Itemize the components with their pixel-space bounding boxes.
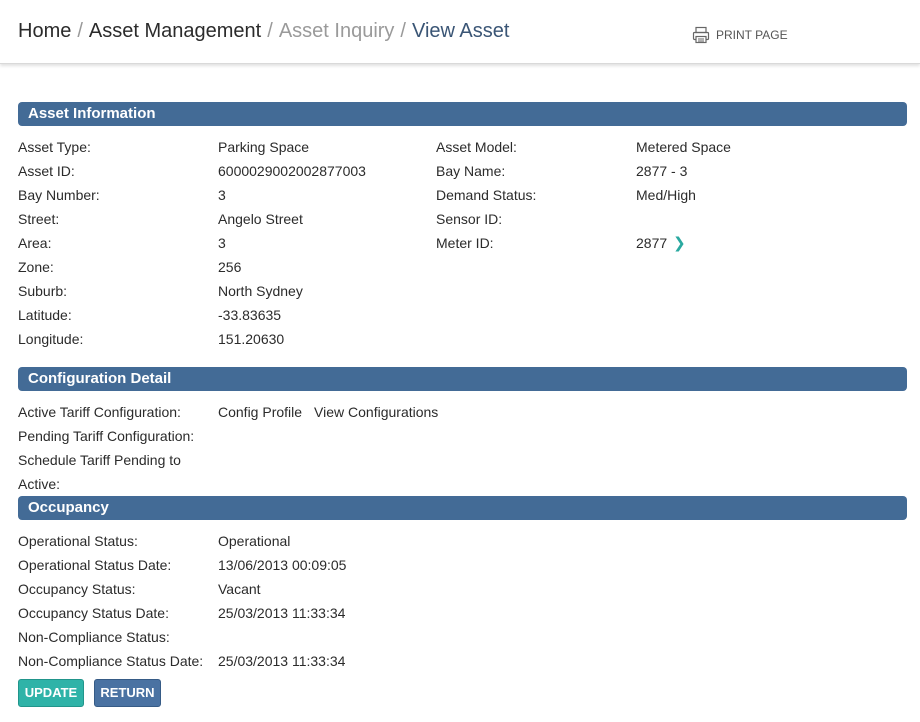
active-tariff-configuration-value: Config Profile View Configurations <box>218 403 450 421</box>
sensor-id-label: Sensor ID: <box>436 211 503 227</box>
occupancy-status-value: Vacant <box>218 581 261 597</box>
zone-value: 256 <box>218 259 242 275</box>
active-tariff-configuration-label: Active Tariff Configuration: <box>18 404 181 420</box>
breadcrumb-asset-management[interactable]: Asset Management <box>89 20 261 42</box>
breadcrumb-asset-inquiry[interactable]: Asset Inquiry <box>279 20 395 42</box>
breadcrumb-view-asset: View Asset <box>411 20 510 42</box>
street-label: Street: <box>18 211 60 227</box>
meter-id-link[interactable]: 2877 ❯ <box>636 234 686 253</box>
breadcrumb-separator: / <box>267 20 273 42</box>
bay-name-label: Bay Name: <box>436 163 506 179</box>
schedule-tariff-pending-label: Schedule Tariff Pending to <box>18 452 181 468</box>
pending-tariff-configuration-label: Pending Tariff Configuration: <box>18 428 195 444</box>
bay-name-value: 2877 - 3 <box>636 163 688 179</box>
print-page-button[interactable]: PRINT PAGE <box>692 26 788 44</box>
asset-model-value: Metered Space <box>636 139 731 155</box>
asset-id-label: Asset ID: <box>18 163 75 179</box>
street-value: Angelo Street <box>218 211 303 227</box>
longitude-label: Longitude: <box>18 331 84 347</box>
breadcrumb-home[interactable]: Home <box>18 20 71 42</box>
longitude-value: 151.20630 <box>218 331 285 347</box>
meter-id-value: 2877 <box>636 235 668 251</box>
breadcrumb: Home / Asset Management / Asset Inquiry / View… <box>18 20 509 43</box>
occupancy-status-date-label: Occupancy Status Date: <box>18 605 169 621</box>
asset-model-label: Asset Model: <box>436 139 517 155</box>
breadcrumb-separator: / <box>77 20 83 42</box>
schedule-tariff-pending-label-continued: Active: <box>18 476 61 492</box>
view-configurations-link[interactable]: View Configurations <box>314 404 438 420</box>
asset-type-label: Asset Type: <box>18 139 91 155</box>
printer-icon <box>692 26 710 44</box>
non-compliance-status-label: Non-Compliance Status: <box>18 629 170 645</box>
non-compliance-status-date-label: Non-Compliance Status Date: <box>18 653 204 669</box>
config-profile-link[interactable]: Config Profile <box>218 404 302 420</box>
asset-information-header: Asset Information <box>18 102 907 126</box>
asset-type-value: Parking Space <box>218 139 310 155</box>
area-label: Area: <box>18 235 52 251</box>
configuration-detail-header: Configuration Detail <box>18 367 907 391</box>
breadcrumb-separator: / <box>400 20 406 42</box>
occupancy-header: Occupancy <box>18 496 907 520</box>
bay-number-value: 3 <box>218 187 226 203</box>
meter-id-label: Meter ID: <box>436 235 494 251</box>
asset-id-value: 6000029002002877003 <box>218 163 366 179</box>
operational-status-date-label: Operational Status Date: <box>18 557 172 573</box>
occupancy-status-label: Occupancy Status: <box>18 581 136 597</box>
demand-status-value: Med/High <box>636 187 696 203</box>
latitude-value: -33.83635 <box>218 307 282 323</box>
print-page-label: PRINT PAGE <box>716 28 788 42</box>
top-bar: Home / Asset Management / Asset Inquiry / View… <box>0 0 920 64</box>
area-value: 3 <box>218 235 226 251</box>
operational-status-value: Operational <box>218 533 291 549</box>
suburb-value: North Sydney <box>218 283 303 299</box>
non-compliance-status-date-value: 25/03/2013 11:33:34 <box>218 653 346 669</box>
update-button[interactable]: UPDATE <box>18 679 84 707</box>
demand-status-label: Demand Status: <box>436 187 537 203</box>
zone-label: Zone: <box>18 259 54 275</box>
suburb-label: Suburb: <box>18 283 68 299</box>
operational-status-label: Operational Status: <box>18 533 138 549</box>
operational-status-date-value: 13/06/2013 00:09:05 <box>218 557 347 573</box>
occupancy-status-date-value: 25/03/2013 11:33:34 <box>218 605 346 621</box>
chevron-right-icon: ❯ <box>673 235 686 252</box>
bay-number-label: Bay Number: <box>18 187 100 203</box>
latitude-label: Latitude: <box>18 307 72 323</box>
return-button[interactable]: RETURN <box>94 679 161 707</box>
